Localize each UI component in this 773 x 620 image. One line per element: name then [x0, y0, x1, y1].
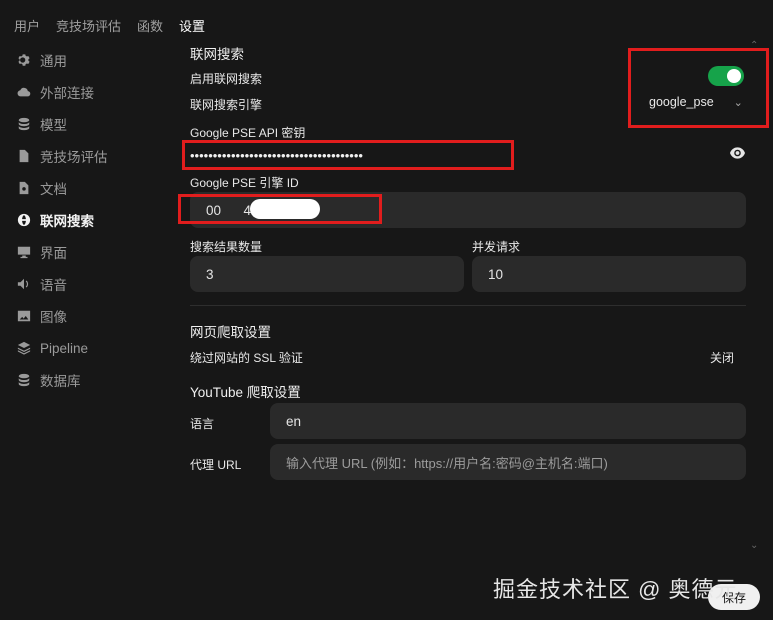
document-icon — [16, 180, 32, 196]
redaction-scribble — [250, 199, 320, 219]
tab-users[interactable]: 用户 — [14, 16, 40, 35]
sidebar-item-label: 界面 — [40, 246, 67, 261]
sidebar-item-interface[interactable]: 界面 — [16, 236, 176, 268]
sidebar-item-label: 数据库 — [40, 374, 81, 389]
sidebar-item-label: 模型 — [40, 118, 67, 133]
settings-sidebar: 通用 外部连接 模型 竞技场评估 文档 联网搜索 界面 语音 图像 Pipeli… — [16, 44, 176, 396]
document-icon — [16, 148, 32, 164]
sidebar-item-images[interactable]: 图像 — [16, 300, 176, 332]
chevron-down-icon: ⌄ — [733, 96, 743, 109]
sidebar-item-label: 竞技场评估 — [40, 150, 108, 165]
sidebar-item-models[interactable]: 模型 — [16, 108, 176, 140]
enable-search-toggle[interactable] — [708, 66, 744, 86]
sidebar-item-documents[interactable]: 文档 — [16, 172, 176, 204]
cloud-icon — [16, 84, 32, 100]
globe-icon — [16, 212, 32, 228]
api-key-input[interactable]: •••••••••••••••••••••••••••••••••••••• — [190, 148, 363, 163]
tab-arena[interactable]: 竞技场评估 — [56, 16, 121, 35]
sidebar-item-label: 语音 — [40, 278, 67, 293]
sidebar-item-label: 文档 — [40, 182, 67, 197]
ssl-bypass-toggle[interactable]: 关闭 — [710, 349, 734, 366]
sidebar-item-general[interactable]: 通用 — [16, 44, 176, 76]
toggle-knob — [727, 69, 741, 83]
concurrent-requests-value: 10 — [488, 266, 504, 282]
search-engine-label: 联网搜索引擎 — [190, 98, 263, 112]
section-title-crawl: 网页爬取设置 — [190, 325, 271, 340]
sidebar-item-label: 图像 — [40, 310, 67, 325]
sidebar-item-label: 联网搜索 — [40, 214, 94, 229]
enable-search-label: 启用联网搜索 — [190, 72, 263, 86]
sidebar-item-web-search[interactable]: 联网搜索 — [16, 204, 176, 236]
eye-icon[interactable] — [730, 147, 745, 162]
watermark: 掘金技术社区 @ 奥德元 — [493, 577, 738, 602]
sidebar-item-label: 外部连接 — [40, 86, 94, 101]
result-count-label: 搜索结果数量 — [190, 240, 263, 254]
search-engine-value: google_pse — [649, 95, 714, 109]
proxy-url-input[interactable]: 输入代理 URL (例如：https://用户名:密码@主机名:端口) — [270, 444, 746, 480]
api-key-label: Google PSE API 密钥 — [190, 126, 306, 140]
section-title-web-search: 联网搜索 — [190, 47, 244, 62]
monitor-icon — [16, 244, 32, 260]
search-engine-select[interactable]: google_pse ⌄ — [649, 95, 743, 109]
language-input[interactable]: en — [270, 403, 746, 439]
sidebar-item-arena[interactable]: 竞技场评估 — [16, 140, 176, 172]
sidebar-item-pipeline[interactable]: Pipeline — [16, 332, 176, 364]
section-title-youtube: YouTube 爬取设置 — [190, 385, 301, 400]
engine-id-label: Google PSE 引擎 ID — [190, 176, 299, 190]
sidebar-item-audio[interactable]: 语音 — [16, 268, 176, 300]
concurrent-requests-input[interactable]: 10 — [472, 256, 746, 292]
image-icon — [16, 308, 32, 324]
proxy-url-placeholder: 输入代理 URL (例如：https://用户名:密码@主机名:端口) — [286, 455, 608, 471]
sidebar-item-label: 通用 — [40, 54, 67, 69]
concurrent-requests-label: 并发请求 — [472, 240, 521, 254]
section-divider — [190, 305, 746, 306]
speaker-icon — [16, 276, 32, 292]
sidebar-item-label: Pipeline — [40, 340, 89, 356]
language-value: en — [286, 413, 302, 429]
gear-icon — [16, 52, 32, 68]
language-label: 语言 — [190, 417, 215, 431]
result-count-input[interactable]: 3 — [190, 256, 464, 292]
database-icon — [16, 372, 32, 388]
web-search-settings: 联网搜索 启用联网搜索 联网搜索引擎 google_pse ⌄ Google P… — [190, 0, 746, 620]
scroll-up-icon[interactable]: ⌃ — [750, 40, 758, 51]
layers-icon — [16, 340, 32, 356]
sidebar-item-connections[interactable]: 外部连接 — [16, 76, 176, 108]
scroll-down-icon[interactable]: ⌄ — [750, 540, 758, 551]
database-icon — [16, 116, 32, 132]
top-nav: 用户 竞技场评估 函数 设置 — [14, 16, 205, 35]
proxy-url-label: 代理 URL — [190, 458, 242, 472]
ssl-bypass-label: 绕过网站的 SSL 验证 — [190, 351, 303, 365]
sidebar-item-database[interactable]: 数据库 — [16, 364, 176, 396]
tab-functions[interactable]: 函数 — [137, 16, 163, 35]
result-count-value: 3 — [206, 266, 214, 282]
